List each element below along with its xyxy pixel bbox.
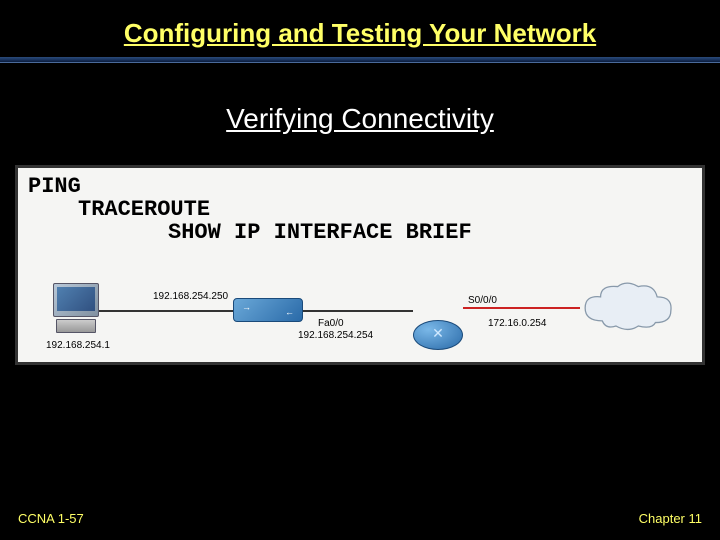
subtitle: Verifying Connectivity: [0, 103, 720, 135]
footer-chapter: Chapter 11: [639, 511, 702, 526]
cloud-icon: [573, 278, 683, 338]
command-ping: PING: [28, 174, 472, 199]
router-wan-ip-label: 172.16.0.254: [488, 318, 546, 329]
link-switch-router: [303, 310, 413, 312]
link-router-cloud-2: [463, 307, 580, 309]
switch-interface-label: Fa0/0: [318, 318, 344, 329]
switch-ip-top-label: 192.168.254.250: [153, 291, 228, 302]
command-traceroute: TRACEROUTE: [78, 197, 472, 222]
router-icon: [413, 320, 463, 350]
network-diagram: PING TRACEROUTE SHOW IP INTERFACE BRIEF …: [15, 165, 705, 365]
link-pc-switch: [99, 310, 233, 312]
pc-ip-label: 192.168.254.1: [46, 340, 110, 351]
switch-ip-bottom-label: 192.168.254.254: [298, 330, 373, 341]
pc-icon: [53, 283, 99, 333]
footer-page-ref: CCNA 1-57: [18, 511, 84, 526]
switch-icon: [233, 298, 303, 322]
page-title: Configuring and Testing Your Network: [0, 18, 720, 49]
command-show-ip: SHOW IP INTERFACE BRIEF: [168, 220, 472, 245]
router-serial-label: S0/0/0: [468, 295, 497, 306]
